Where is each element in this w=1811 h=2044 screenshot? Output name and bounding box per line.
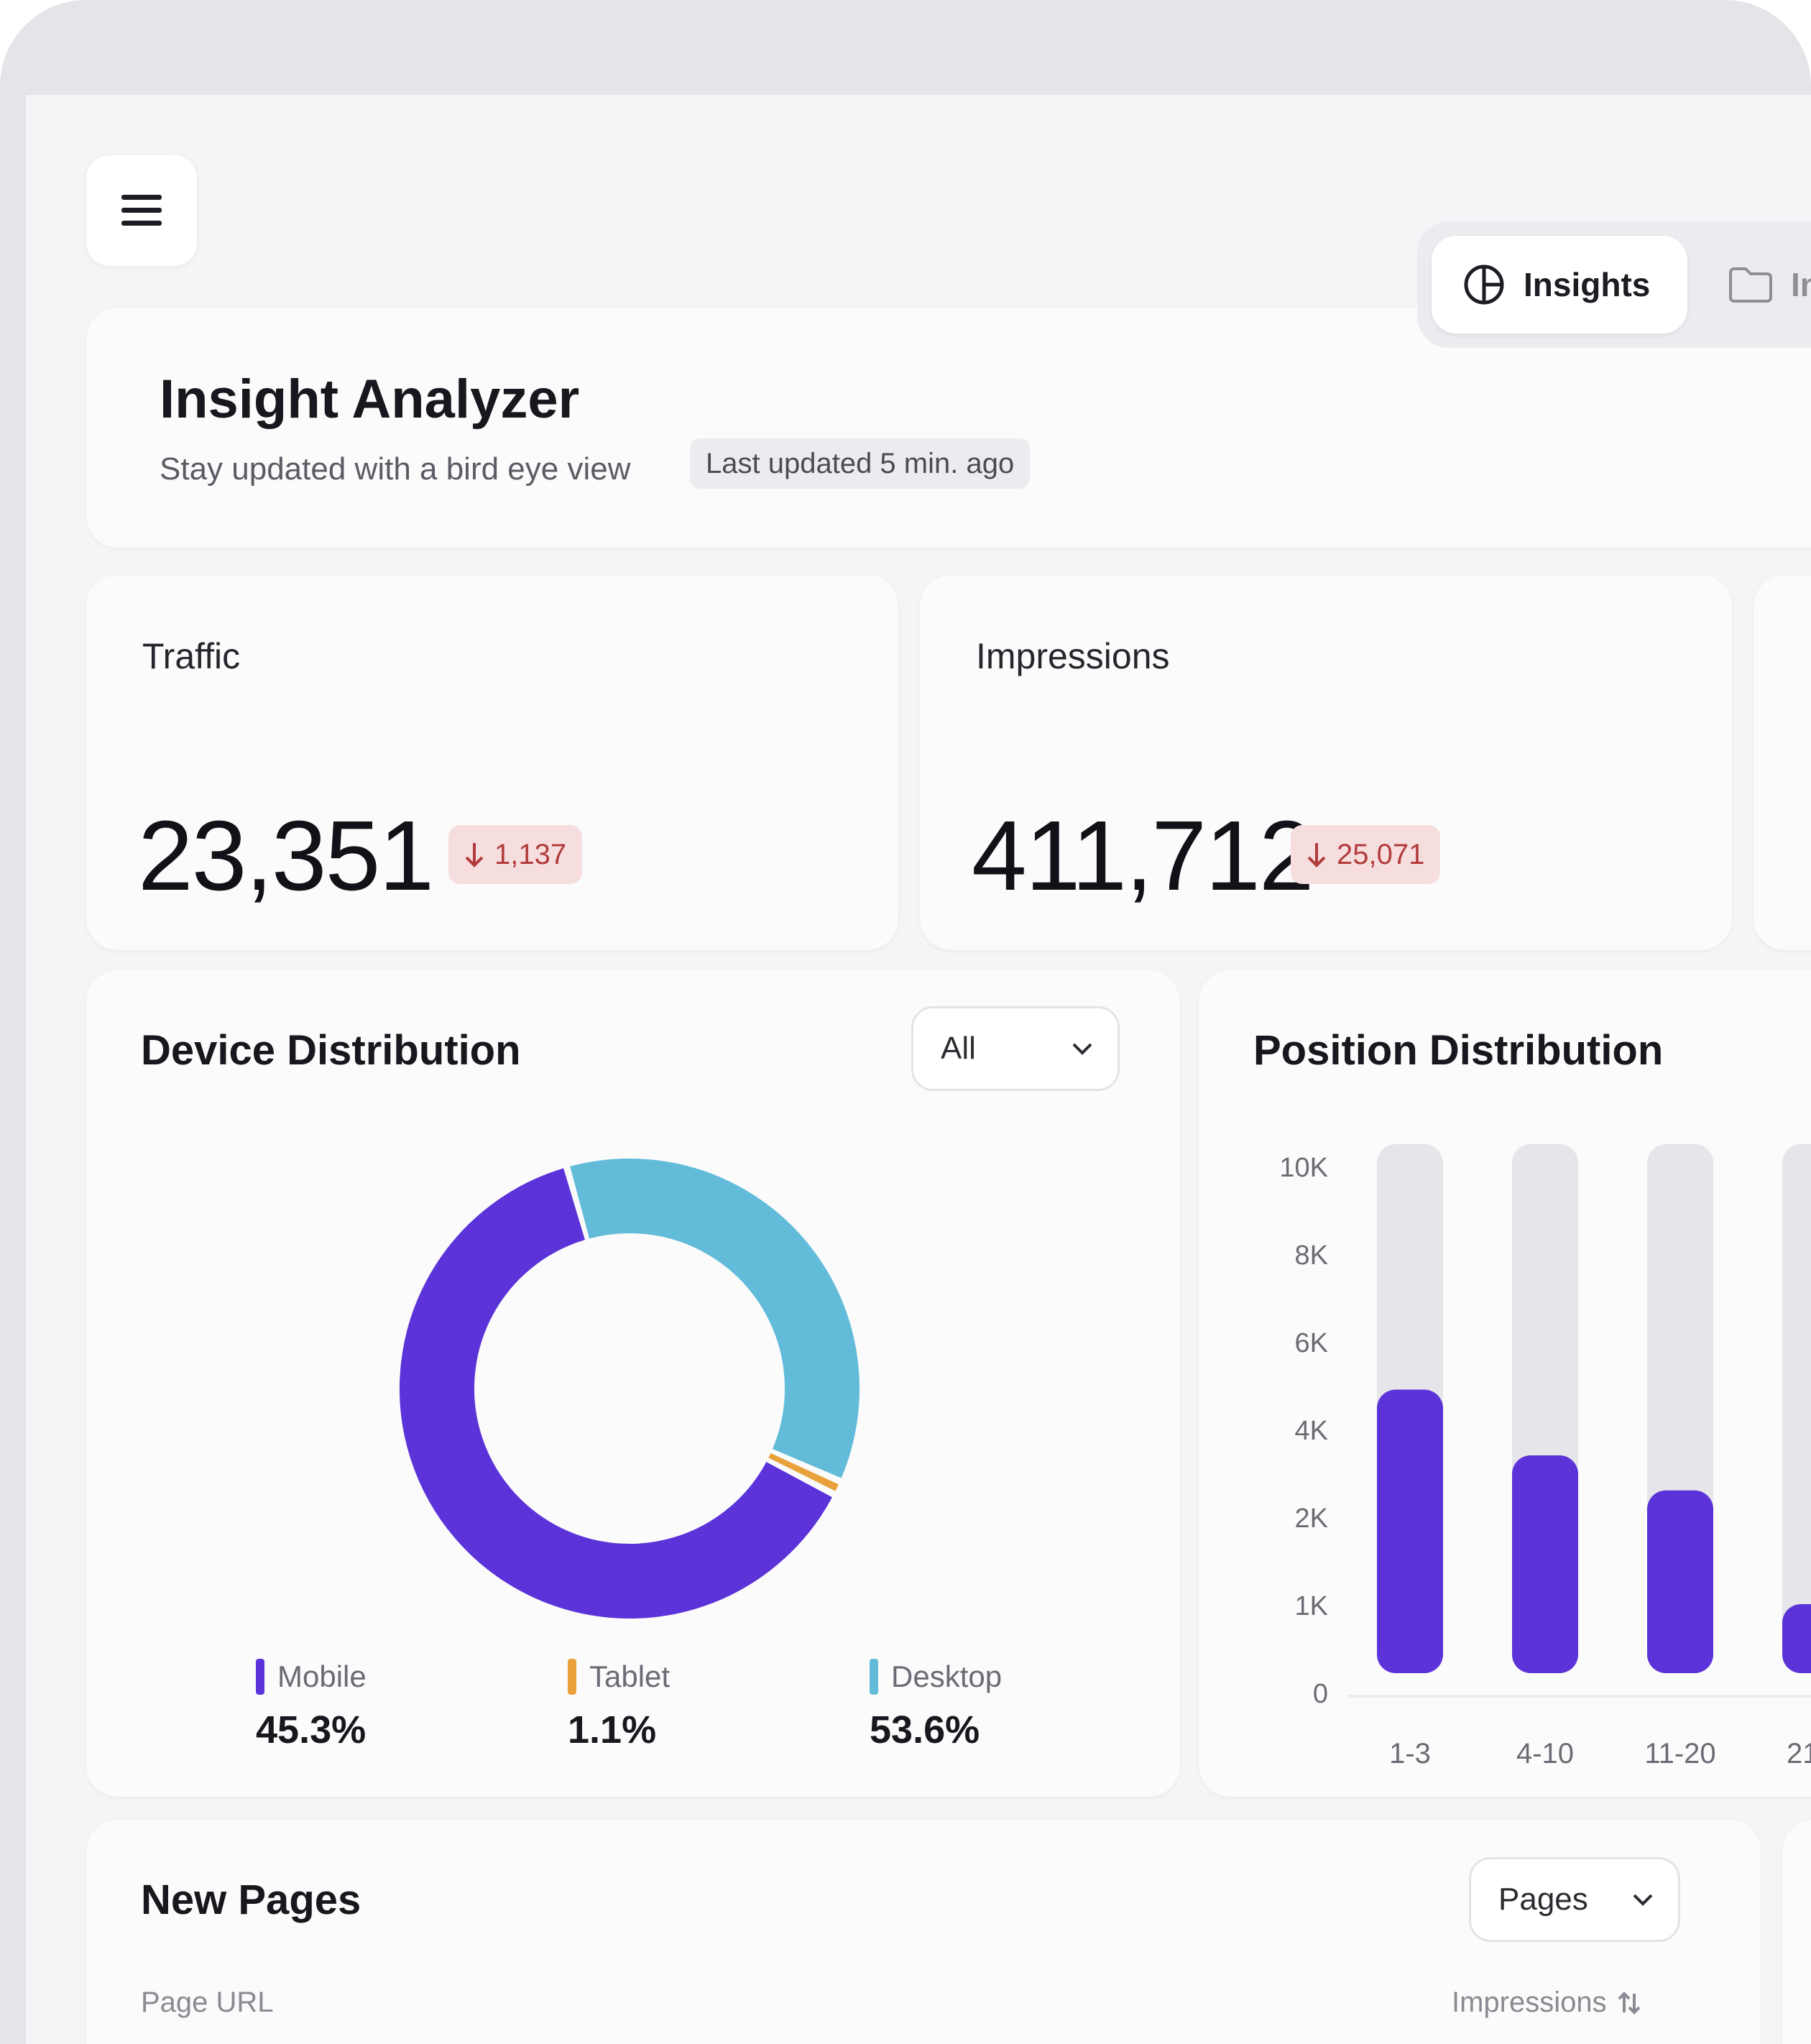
pie-chart-icon [1464, 264, 1504, 305]
x-tick-label: 11-20 [1644, 1738, 1716, 1769]
tab-insights[interactable]: Insights [1432, 236, 1687, 333]
bar-chart [1348, 1144, 1811, 1698]
y-tick-label: 6K [1294, 1328, 1328, 1358]
tab-insights-label: Insights [1524, 266, 1651, 303]
position-distribution-title: Position Distribution [1253, 1027, 1664, 1074]
kpi-label: Traffic [142, 636, 241, 676]
page-title: Insight Analyzer [160, 369, 580, 430]
chevron-down-icon [1633, 1894, 1653, 1906]
donut-chart [400, 1159, 860, 1619]
legend-value: 53.6% [870, 1708, 980, 1751]
sort-icon [1618, 1991, 1641, 2015]
bar-track [1782, 1144, 1811, 1673]
legend-key: Mobile [256, 1659, 367, 1695]
pages-filter-value: Pages [1498, 1882, 1588, 1917]
column-header-impressions[interactable]: Impressions [1452, 1987, 1641, 2019]
bar-11-20 [1647, 1490, 1713, 1673]
chevron-down-icon [1072, 1043, 1092, 1055]
delta-value: 1,137 [494, 838, 567, 870]
bar-21-4 [1782, 1604, 1811, 1673]
x-tick-label: 21-4 [1786, 1738, 1811, 1769]
legend-label: Tablet [589, 1659, 671, 1693]
y-tick-label: 1K [1294, 1591, 1328, 1621]
kpi-card-third [1754, 575, 1811, 950]
view-tabs: Insights In [1417, 221, 1811, 348]
legend-value: 1.1% [568, 1708, 657, 1751]
legend-key: Desktop [870, 1659, 1002, 1695]
legend-desktop: Desktop 53.6% [870, 1659, 1002, 1752]
dashboard-canvas: Insight Analyzer Stay updated with a bir… [26, 95, 1811, 2044]
y-tick-label: 8K [1294, 1240, 1328, 1271]
legend-label: Desktop [891, 1659, 1003, 1693]
bar-1-3 [1377, 1389, 1443, 1673]
y-tick-label: 10K [1279, 1153, 1328, 1183]
last-updated-badge: Last updated 5 min. ago [690, 438, 1031, 489]
y-tick-label: 2K [1294, 1504, 1328, 1534]
device-filter-dropdown[interactable]: All [911, 1006, 1120, 1091]
kpi-value: 23,351 [138, 801, 434, 911]
y-tick-label: 4K [1294, 1416, 1328, 1446]
legend-value: 45.3% [256, 1708, 367, 1751]
menu-button[interactable] [86, 155, 197, 266]
kpi-value: 411,712 [972, 801, 1314, 911]
pages-filter-dropdown[interactable]: Pages [1469, 1857, 1680, 1942]
legend-mobile: Mobile 45.3% [256, 1659, 367, 1752]
delta-badge: 25,071 [1291, 825, 1441, 884]
legend-tablet: Tablet 1.1% [568, 1659, 670, 1752]
folder-icon [1729, 267, 1772, 303]
column-header-page-url[interactable]: Page URL [141, 1987, 274, 2019]
delta-badge: 1,137 [448, 825, 583, 884]
arrow-down-icon [465, 843, 484, 867]
side-card [1782, 1820, 1811, 2044]
x-tick-label: 1-3 [1389, 1738, 1431, 1769]
legend-swatch [568, 1659, 576, 1695]
device-distribution-title: Device Distribution [141, 1027, 521, 1074]
column-header-impressions-label: Impressions [1452, 1987, 1607, 2018]
tab-second[interactable]: In [1728, 236, 1811, 333]
bar-4-10 [1512, 1455, 1578, 1673]
legend-swatch [256, 1659, 264, 1695]
x-tick-label: 4-10 [1516, 1738, 1575, 1769]
tab-second-label: In [1791, 266, 1811, 303]
page-subtitle: Stay updated with a bird eye view [160, 451, 631, 487]
device-filter-value: All [941, 1031, 976, 1066]
hamburger-icon [121, 195, 162, 226]
kpi-label: Impressions [976, 636, 1170, 676]
app-frame: Insight Analyzer Stay updated with a bir… [0, 0, 1811, 2044]
legend-swatch [870, 1659, 878, 1695]
legend-label: Mobile [277, 1659, 367, 1693]
y-tick-label: 0 [1312, 1679, 1328, 1709]
legend-key: Tablet [568, 1659, 670, 1695]
arrow-down-icon [1307, 843, 1326, 867]
new-pages-title: New Pages [141, 1877, 361, 1923]
delta-value: 25,071 [1337, 838, 1425, 870]
